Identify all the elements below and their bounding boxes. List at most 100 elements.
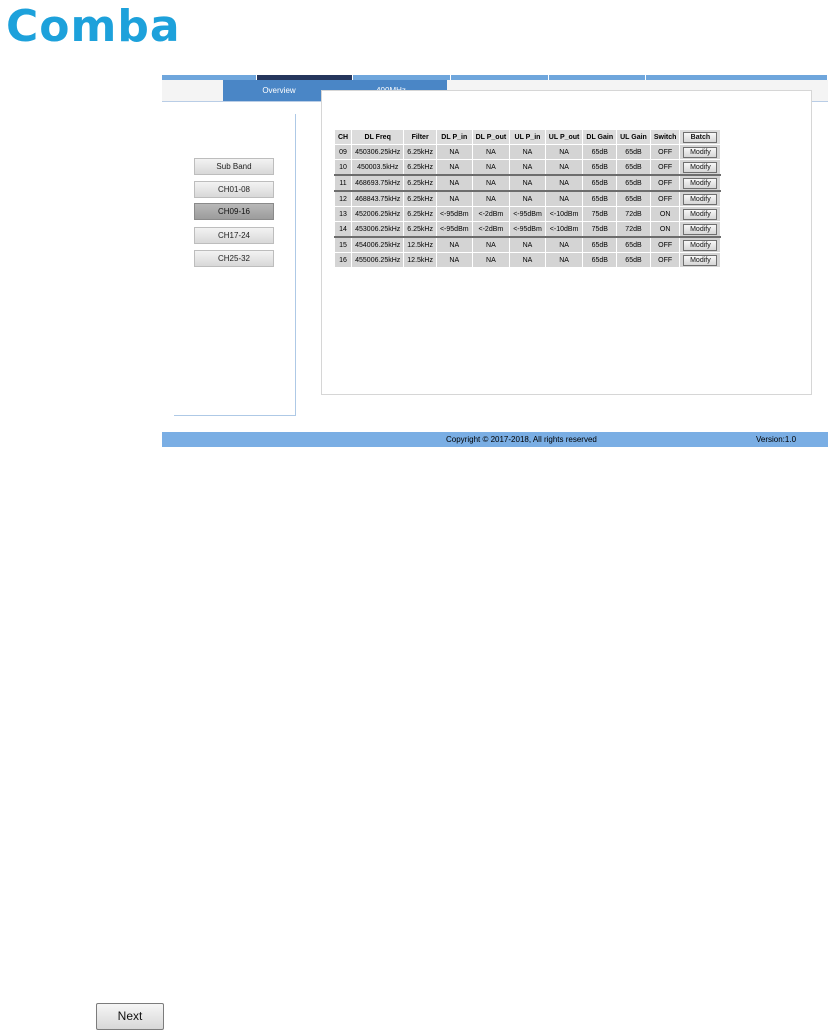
- table-cell: OFF: [649, 174, 681, 192]
- table-cell: NA: [471, 190, 511, 207]
- modify-button[interactable]: Modify: [683, 239, 718, 251]
- table-cell: 6.25kHz: [403, 206, 437, 222]
- table-cell: NA: [471, 144, 511, 160]
- sidebar-item-ch09-16[interactable]: CH09-16: [194, 203, 274, 220]
- table-cell: 11: [333, 174, 353, 192]
- table-cell: NA: [509, 159, 546, 176]
- table-cell: NA: [509, 190, 546, 207]
- table-cell: 6.25kHz: [403, 190, 437, 207]
- modify-cell: Modify: [679, 252, 722, 268]
- table-cell: <-95dBm: [435, 221, 473, 238]
- table-cell: <-2dBm: [471, 221, 511, 238]
- table-cell: NA: [544, 144, 584, 160]
- column-header: UL P_in: [509, 129, 546, 145]
- table-cell: 450306.25kHz: [351, 144, 405, 160]
- table-cell: OFF: [649, 236, 681, 253]
- table-cell: OFF: [649, 252, 681, 268]
- table-cell: 12.5kHz: [403, 236, 437, 253]
- next-button[interactable]: Next: [96, 1003, 164, 1030]
- table-cell: <-10dBm: [544, 221, 584, 238]
- table-cell: <-95dBm: [435, 206, 473, 222]
- sidebar-item-ch01-08[interactable]: CH01-08: [194, 181, 274, 198]
- table-row: 14 453006.25kHz 6.25kHz <-95dBm <-2dBm <-95dB…: [333, 221, 722, 238]
- table-body: 09 450306.25kHz 6.25kHz NA NA NA NA 65dB 65dB OFF…: [333, 144, 722, 268]
- table-cell: 65dB: [582, 174, 618, 192]
- column-header: DL P_in: [435, 129, 473, 145]
- column-header: UL Gain: [616, 129, 651, 145]
- table-cell: 72dB: [616, 221, 651, 238]
- table-cell: 65dB: [616, 144, 651, 160]
- table-cell: NA: [509, 236, 546, 253]
- table-cell: NA: [509, 144, 546, 160]
- app-window: Overview 400MHz Sub Band CH01-08 CH09-16…: [162, 75, 828, 447]
- table-row: 16 455006.25kHz 12.5kHz NA NA NA NA 65dB 65dB OFF…: [333, 252, 722, 268]
- table-cell: 65dB: [582, 190, 618, 207]
- table-cell: 75dB: [582, 221, 618, 238]
- sidebar-item-sub-band[interactable]: Sub Band: [194, 158, 274, 175]
- table-cell: 65dB: [616, 174, 651, 192]
- table-cell: NA: [509, 174, 546, 192]
- table-cell: 454006.25kHz: [351, 236, 405, 253]
- table-cell: <-10dBm: [544, 206, 584, 222]
- modify-cell: Modify: [679, 206, 722, 222]
- main-panel: CH DL Freq Filter DL P_in DL P_out UL P_in UL …: [321, 90, 812, 395]
- table-cell: NA: [544, 159, 584, 176]
- table-cell: <-2dBm: [471, 206, 511, 222]
- table-cell: OFF: [649, 190, 681, 207]
- column-header: DL P_out: [471, 129, 511, 145]
- table-cell: 65dB: [582, 144, 618, 160]
- table-cell: <-95dBm: [509, 221, 546, 238]
- modify-cell: Modify: [679, 236, 722, 253]
- table-cell: NA: [544, 252, 584, 268]
- table-cell: NA: [471, 252, 511, 268]
- sidebar: Sub Band CH01-08 CH09-16 CH17-24 CH25-32: [174, 114, 296, 416]
- table-cell: 455006.25kHz: [351, 252, 405, 268]
- table-cell: 75dB: [582, 206, 618, 222]
- table-row: 10 450003.5kHz 6.25kHz NA NA NA NA 65dB 65dB OFF M…: [333, 159, 722, 176]
- batch-button[interactable]: Batch: [683, 131, 718, 143]
- sidebar-item-ch25-32[interactable]: CH25-32: [194, 250, 274, 267]
- column-header: CH: [333, 129, 353, 145]
- sidebar-item-ch17-24[interactable]: CH17-24: [194, 227, 274, 244]
- column-header: Filter: [403, 129, 437, 145]
- modify-button[interactable]: Modify: [683, 223, 718, 235]
- table-header-row: CH DL Freq Filter DL P_in DL P_out UL P_in UL …: [333, 129, 722, 145]
- table-cell: 6.25kHz: [403, 221, 437, 238]
- modify-cell: Modify: [679, 174, 722, 192]
- modify-button[interactable]: Modify: [683, 193, 718, 205]
- version-text: Version:1.0: [756, 435, 797, 444]
- table-cell: NA: [544, 236, 584, 253]
- table-cell: 65dB: [616, 159, 651, 176]
- table-row: 13 452006.25kHz 6.25kHz <-95dBm <-2dBm <-95dB…: [333, 206, 722, 222]
- modify-button[interactable]: Modify: [683, 161, 718, 173]
- modify-cell: Modify: [679, 144, 722, 160]
- modify-button[interactable]: Modify: [683, 208, 718, 220]
- table-cell: 12.5kHz: [403, 252, 437, 268]
- channel-table: CH DL Freq Filter DL P_in DL P_out UL P_in UL …: [333, 129, 722, 268]
- table-cell: 65dB: [582, 159, 618, 176]
- table-cell: 65dB: [582, 236, 618, 253]
- table-cell: ON: [649, 221, 681, 238]
- modify-button[interactable]: Modify: [683, 177, 718, 189]
- table-row: 11 468693.75kHz 6.25kHz NA NA NA NA 65dB 65dB OFF…: [333, 174, 722, 192]
- table-cell: 13: [333, 206, 353, 222]
- table-cell: NA: [509, 252, 546, 268]
- footer-bar: Copyright © 2017-2018, All rights reserv…: [162, 432, 828, 447]
- copyright-text: Copyright © 2017-2018, All rights reserv…: [446, 435, 597, 444]
- column-header: Switch: [649, 129, 681, 145]
- table-cell: 65dB: [616, 190, 651, 207]
- table-cell: NA: [435, 236, 473, 253]
- table-cell: 6.25kHz: [403, 159, 437, 176]
- modify-button[interactable]: Modify: [683, 254, 718, 266]
- table-cell: NA: [544, 190, 584, 207]
- table-cell: 09: [333, 144, 353, 160]
- sidebar-bottom-line: [174, 415, 295, 416]
- table-cell: NA: [471, 174, 511, 192]
- table-cell: ON: [649, 206, 681, 222]
- table-cell: OFF: [649, 144, 681, 160]
- modify-cell: Modify: [679, 190, 722, 207]
- modify-button[interactable]: Modify: [683, 146, 718, 158]
- table-cell: 452006.25kHz: [351, 206, 405, 222]
- table-cell: 6.25kHz: [403, 144, 437, 160]
- nav-overview-link[interactable]: Overview: [223, 86, 335, 95]
